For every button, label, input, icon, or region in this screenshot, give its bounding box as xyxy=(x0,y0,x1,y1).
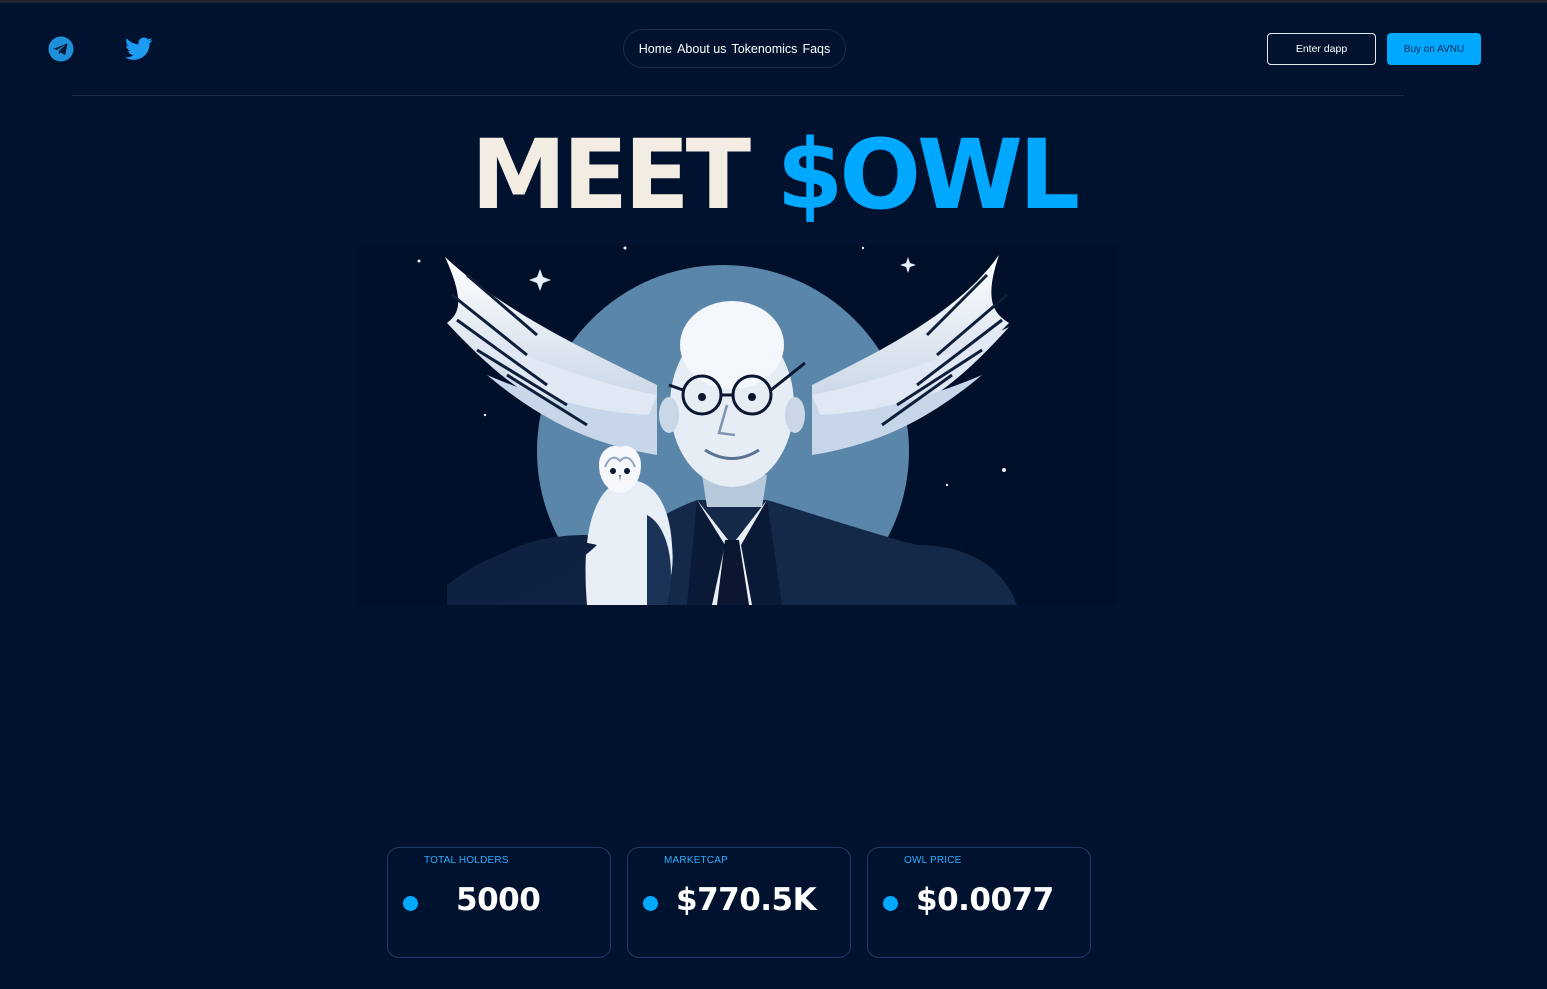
main-nav: Home About us Tokenomics Faqs xyxy=(623,29,846,68)
stat-card-owl-price: OWL PRICE $0.0077 xyxy=(867,847,1091,958)
page: Home About us Tokenomics Faqs Enter dapp… xyxy=(0,0,1547,989)
hero-illustration xyxy=(357,245,1117,605)
nav-about-us[interactable]: About us xyxy=(677,42,726,56)
nav-tokenomics[interactable]: Tokenomics xyxy=(731,42,797,56)
stat-card-total-holders: TOTAL HOLDERS 5000 xyxy=(387,847,611,958)
stat-value: $770.5K xyxy=(676,882,817,918)
nav-faqs[interactable]: Faqs xyxy=(802,42,830,56)
hero-title-owl: $OWL xyxy=(776,119,1080,231)
twitter-link[interactable] xyxy=(125,36,153,62)
buy-on-avnu-button[interactable]: Buy on AVNU xyxy=(1387,33,1481,65)
stat-value: $0.0077 xyxy=(916,882,1054,918)
telegram-link[interactable] xyxy=(48,36,74,62)
stat-dot-icon xyxy=(403,896,418,911)
stat-label: TOTAL HOLDERS xyxy=(424,855,509,866)
header-divider xyxy=(72,95,1404,96)
stat-dot-icon xyxy=(643,896,658,911)
enter-dapp-button[interactable]: Enter dapp xyxy=(1267,33,1376,65)
twitter-icon xyxy=(125,37,153,60)
nav-home[interactable]: Home xyxy=(639,42,672,56)
stat-label: MARKETCAP xyxy=(664,855,729,866)
top-strip xyxy=(0,0,1547,3)
stat-card-marketcap: MARKETCAP $770.5K xyxy=(627,847,851,958)
stat-dot-icon xyxy=(883,896,898,911)
telegram-icon xyxy=(48,36,74,62)
hero-title-meet: MEET xyxy=(470,119,751,231)
hero-title: MEET $OWL xyxy=(0,116,1547,234)
stat-label: OWL PRICE xyxy=(904,855,962,866)
stat-value: 5000 xyxy=(456,882,541,918)
